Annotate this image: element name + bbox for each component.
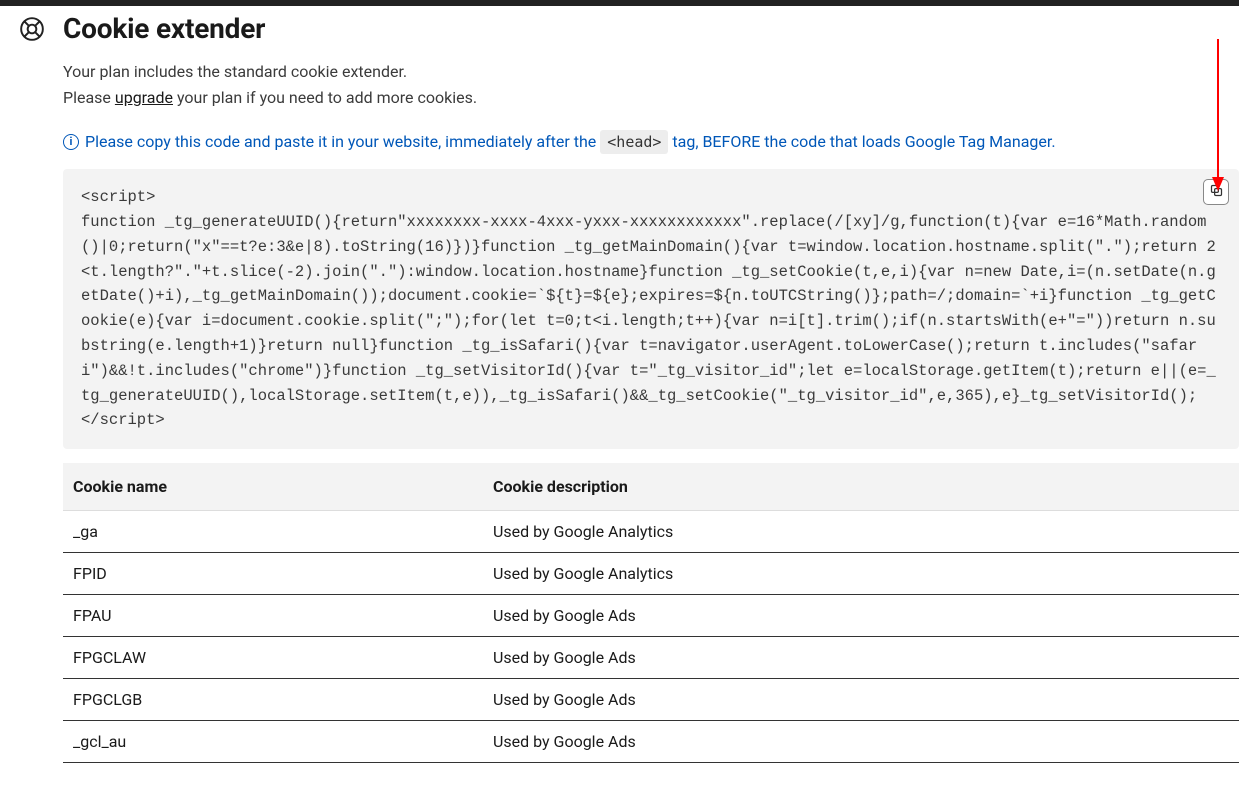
cookie-name-cell: FPGCLGB <box>63 679 483 721</box>
subtitle-line1: Your plan includes the standard cookie e… <box>63 59 1239 85</box>
page-title: Cookie extender <box>63 12 1239 45</box>
cookie-desc-cell: Used by Google Ads <box>483 595 1239 637</box>
cookie-desc-cell: Used by Google Analytics <box>483 553 1239 595</box>
copy-button[interactable] <box>1203 179 1229 205</box>
notice-banner: i Please copy this code and paste it in … <box>63 132 1239 151</box>
cookie-name-cell: _ga <box>63 511 483 553</box>
table-row: _gcl_auUsed by Google Ads <box>63 721 1239 763</box>
copy-icon <box>1209 183 1224 202</box>
head-tag-chip: <head> <box>600 130 668 154</box>
table-row: FPGCLGBUsed by Google Ads <box>63 679 1239 721</box>
subtitle-pre: Please <box>63 88 115 107</box>
code-snippet[interactable]: <script> function _tg_generateUUID(){ret… <box>63 169 1239 449</box>
notice-post: tag, BEFORE the code that loads Google T… <box>672 132 1055 151</box>
cookie-name-cell: FPID <box>63 553 483 595</box>
col-header-desc: Cookie description <box>483 463 1239 511</box>
cookie-table: Cookie name Cookie description _gaUsed b… <box>63 463 1239 763</box>
cookie-name-cell: FPGCLAW <box>63 637 483 679</box>
cookie-desc-cell: Used by Google Analytics <box>483 511 1239 553</box>
subtitle-post: your plan if you need to add more cookie… <box>173 88 477 107</box>
cookie-name-cell: FPAU <box>63 595 483 637</box>
table-row: FPIDUsed by Google Analytics <box>63 553 1239 595</box>
info-icon: i <box>63 134 79 150</box>
subtitle-line2: Please upgrade your plan if you need to … <box>63 85 1239 111</box>
upgrade-link[interactable]: upgrade <box>115 88 173 107</box>
cookie-desc-cell: Used by Google Ads <box>483 721 1239 763</box>
table-row: FPGCLAWUsed by Google Ads <box>63 637 1239 679</box>
notice-pre: Please copy this code and paste it in yo… <box>85 132 600 151</box>
help-icon[interactable] <box>19 16 45 42</box>
cookie-desc-cell: Used by Google Ads <box>483 679 1239 721</box>
cookie-desc-cell: Used by Google Ads <box>483 637 1239 679</box>
table-row: _gaUsed by Google Analytics <box>63 511 1239 553</box>
table-row: FPAUUsed by Google Ads <box>63 595 1239 637</box>
col-header-name: Cookie name <box>63 463 483 511</box>
cookie-name-cell: _gcl_au <box>63 721 483 763</box>
